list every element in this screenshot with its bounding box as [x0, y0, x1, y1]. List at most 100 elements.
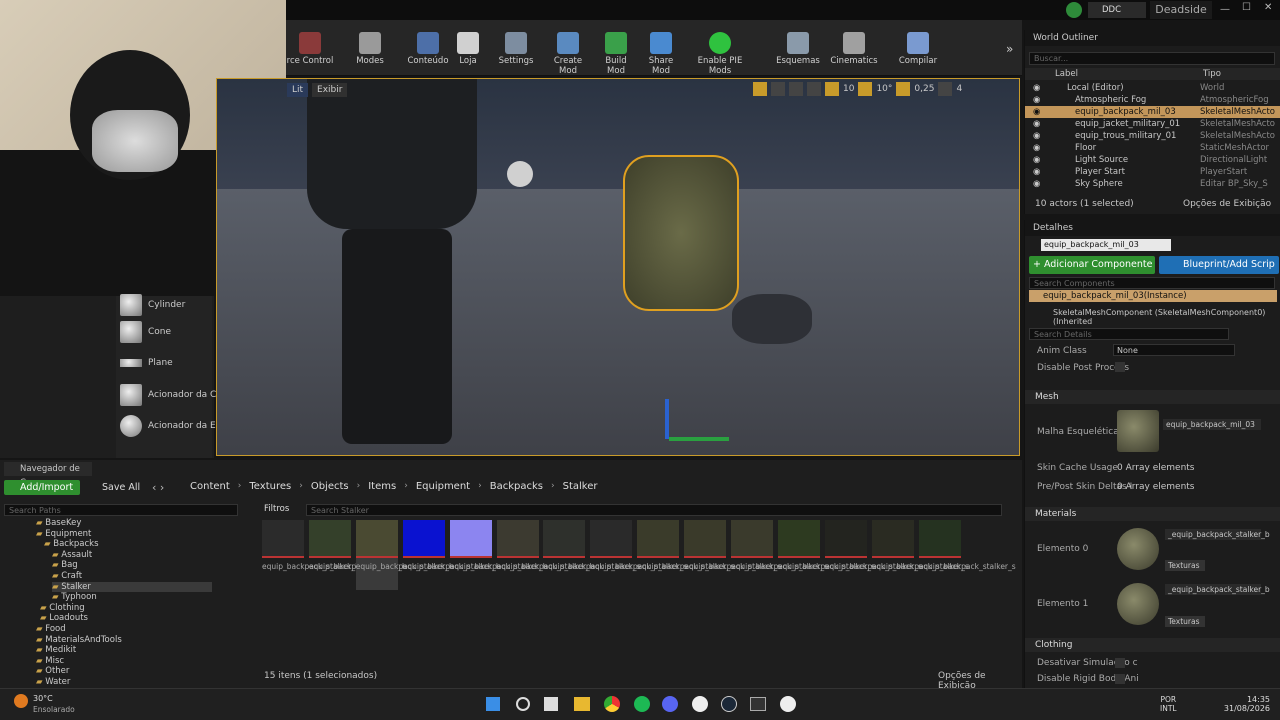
material1-select[interactable]: _equip_backpack_stalker_b	[1165, 584, 1270, 595]
asset-tile[interactable]: equip_backpack_stalker_s	[684, 520, 781, 590]
visibility-eye-icon[interactable]: ◉	[1033, 94, 1040, 106]
clothing-section[interactable]: Clothing	[1025, 638, 1280, 652]
folder-tree-item[interactable]: ▰ Craft	[52, 571, 82, 582]
material0-thumbnail[interactable]	[1117, 528, 1159, 570]
actor-name-field[interactable]: equip_backpack_mil_03	[1041, 239, 1171, 251]
shape-sphere-trigger[interactable]: Acionador da E	[120, 413, 216, 439]
jacket-mesh[interactable]	[307, 79, 477, 229]
save-all-button[interactable]: Save All	[88, 480, 140, 495]
world-icon[interactable]	[807, 82, 821, 96]
shape-plane[interactable]: Plane	[120, 350, 173, 376]
outliner-row[interactable]: ◉ equip_trous_military_01 SkeletalMeshActo	[1025, 130, 1280, 142]
material1-thumbnail[interactable]	[1117, 583, 1159, 625]
folder-tree-item[interactable]: ▰ Bag	[52, 560, 78, 571]
scale-snap-icon[interactable]	[896, 82, 911, 96]
type-column[interactable]: Tipo	[1203, 68, 1221, 80]
asset-tile[interactable]: equip_backpack_stalker_s	[777, 520, 875, 590]
visibility-eye-icon[interactable]: ◉	[1033, 154, 1040, 166]
camera-speed-icon[interactable]	[938, 82, 953, 96]
folder-tree-item[interactable]: ▰ Food	[36, 624, 66, 635]
asset-tile[interactable]: equip_backpack_stalker_b	[402, 520, 501, 590]
asset-tile[interactable]: equip_backpack_stalker_s	[824, 520, 922, 590]
terminal-icon[interactable]	[750, 697, 766, 711]
material0-select[interactable]: _equip_backpack_stalker_b	[1165, 529, 1270, 540]
grid-snap-value[interactable]: 10	[843, 84, 854, 94]
material1-textures[interactable]: Texturas	[1165, 616, 1205, 627]
outliner-row[interactable]: ◉ equip_backpack_mil_03 SkeletalMeshActo	[1025, 106, 1280, 118]
level-viewport[interactable]: Lit Exibir 10 10° 0,25 4	[216, 78, 1020, 456]
minimize-icon[interactable]: —	[1220, 4, 1230, 15]
breadcrumb-item[interactable]: Stalker	[563, 481, 598, 492]
disable-rigid-checkbox[interactable]	[1115, 674, 1125, 684]
outliner-row[interactable]: ◉ Player Start PlayerStart	[1025, 166, 1280, 178]
visibility-eye-icon[interactable]: ◉	[1033, 166, 1040, 178]
folder-tree-item[interactable]: ▰ Equipment	[36, 529, 91, 540]
shape-cone[interactable]: Cone	[120, 319, 171, 345]
rotate-icon[interactable]	[771, 82, 785, 96]
camera-speed-value[interactable]: 4	[956, 84, 962, 94]
settings-button[interactable]: Settings	[498, 24, 534, 74]
filters-button[interactable]: Filtros	[264, 504, 289, 514]
breadcrumb-item[interactable]: Content	[190, 481, 230, 492]
folder-tree-item[interactable]: ▰ Medikit	[36, 645, 76, 656]
show-button[interactable]: Exibir	[312, 83, 348, 97]
compile-button[interactable]: Compilar	[898, 24, 938, 74]
asset-tile[interactable]: equip_backpack_stalker_s	[918, 520, 1016, 590]
gizmo-y-axis[interactable]	[669, 437, 729, 441]
scale-snap-value[interactable]: 0,25	[914, 84, 934, 94]
folder-tree-item[interactable]: ▰ Loadouts	[40, 613, 88, 624]
enable-pie-mods-button[interactable]: Enable PIE Mods	[688, 24, 752, 76]
trousers-mesh[interactable]	[342, 229, 452, 444]
add-component-button[interactable]: + Adicionar Componente	[1029, 256, 1155, 274]
mesh-thumbnail[interactable]	[1117, 410, 1159, 452]
folder-tree-item[interactable]: ▰ Clothing	[40, 603, 85, 614]
search-paths-input[interactable]: Search Paths	[4, 504, 238, 516]
folder-tree-item[interactable]: ▰ Misc	[36, 656, 64, 667]
blueprint-button[interactable]: Blueprint/Add Scrip	[1159, 256, 1279, 274]
component-row[interactable]: SkeletalMeshComponent (SkeletalMeshCompo…	[1053, 308, 1280, 326]
modes-button[interactable]: Modes	[350, 24, 390, 74]
visibility-eye-icon[interactable]: ◉	[1033, 82, 1040, 94]
material0-textures[interactable]: Texturas	[1165, 560, 1205, 571]
content-button[interactable]: Conteúdo	[406, 24, 450, 74]
cinematics-button[interactable]: Cinematics	[830, 24, 878, 74]
build-mod-button[interactable]: Build Mod	[596, 24, 636, 76]
shape-box-trigger[interactable]: Acionador da C	[120, 382, 216, 408]
search-icon[interactable]	[516, 697, 530, 711]
search-assets-input[interactable]: Search Stalker	[306, 504, 1002, 516]
task-view-icon[interactable]	[544, 697, 558, 711]
folder-tree-item[interactable]: ▰ Other	[36, 666, 69, 677]
obs-icon[interactable]	[692, 696, 708, 712]
steam-icon[interactable]	[721, 696, 737, 712]
visibility-eye-icon[interactable]: ◉	[1033, 106, 1040, 118]
folder-tree-item[interactable]: ▰ Assault	[52, 550, 92, 561]
visibility-eye-icon[interactable]: ◉	[1033, 118, 1040, 130]
maximize-icon[interactable]: ☐	[1242, 2, 1251, 13]
blueprints-button[interactable]: Esquemas	[776, 24, 820, 74]
add-import-button[interactable]: Add/Import	[4, 480, 80, 495]
disable-post-checkbox[interactable]	[1115, 362, 1125, 372]
spotify-icon[interactable]	[634, 696, 650, 712]
breadcrumb-item[interactable]: Items	[368, 481, 396, 492]
discord-icon[interactable]	[662, 696, 678, 712]
lit-mode-button[interactable]: Lit	[287, 83, 309, 97]
visibility-eye-icon[interactable]: ◉	[1033, 130, 1040, 142]
folder-tree-item[interactable]: ▰ Backpacks	[44, 539, 99, 550]
asset-tile[interactable]: equip_backpack_stalker_s	[637, 520, 734, 590]
outliner-row[interactable]: ◉ Light Source DirectionalLight	[1025, 154, 1280, 166]
asset-tile[interactable]: equip_backpack_stalker_b	[496, 520, 594, 590]
clock[interactable]: 14:35 31/08/2026	[1222, 695, 1270, 713]
search-details-input[interactable]: Search Details	[1029, 328, 1229, 340]
source-control-button[interactable]: rce Control	[286, 24, 334, 74]
breadcrumb-item[interactable]: Objects	[311, 481, 349, 492]
folder-tree-item[interactable]: ▰ Water	[36, 677, 70, 688]
breadcrumb-item[interactable]: Equipment	[416, 481, 470, 492]
asset-tile[interactable]: equip_backpack_stalker_b	[355, 520, 454, 590]
more-icon[interactable]: »	[1006, 42, 1013, 56]
folder-tree-item[interactable]: ▰ Stalker	[52, 581, 212, 593]
outliner-row[interactable]: ◉ Local (Editor) World	[1025, 82, 1280, 94]
translate-icon[interactable]	[753, 82, 767, 96]
asset-tile[interactable]: equip_backpack_stalker_s	[871, 520, 969, 590]
materials-section[interactable]: Materials	[1025, 507, 1280, 521]
language-indicator[interactable]: POR INTL	[1160, 695, 1177, 713]
